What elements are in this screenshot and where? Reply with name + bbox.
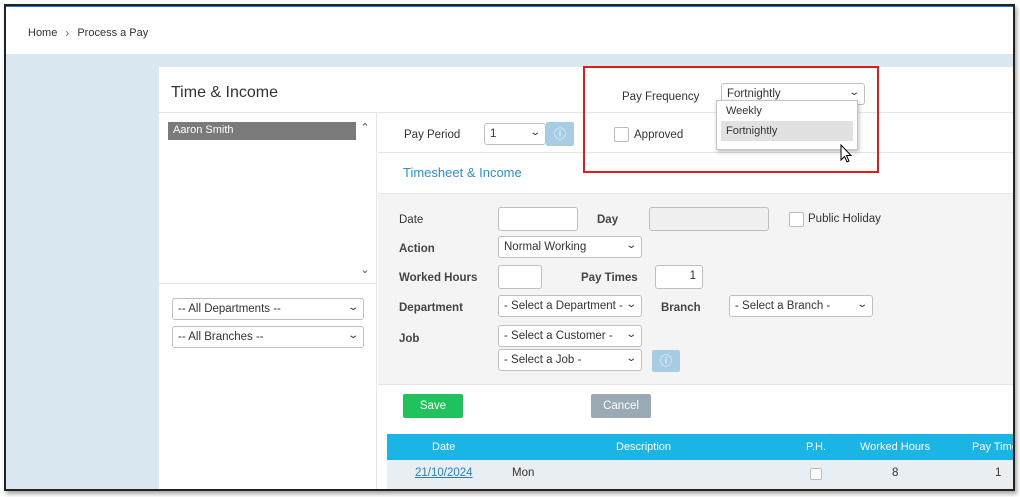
table-header: Date Description P.H. Worked Hours Pay T… [387,434,1015,460]
job-label: Job [399,333,420,345]
chevron-right-icon: › [65,26,70,40]
column-header-date: Date [432,441,456,453]
chevron-down-icon: ⌄ [624,353,637,364]
mouse-cursor-icon [840,144,853,163]
customer-select[interactable]: - Select a Customer - ⌄ [498,325,642,347]
date-input[interactable] [498,207,578,231]
action-label: Action [399,243,435,255]
department-select[interactable]: - Select a Department - ⌄ [498,295,642,317]
departments-filter[interactable]: -- All Departments -- ⌄ [172,298,364,320]
dropdown-option-weekly[interactable]: Weekly [717,101,857,121]
department-value: - Select a Department - [504,300,623,312]
branches-filter-value: -- All Branches -- [178,331,264,343]
action-value: Normal Working [504,241,587,253]
customer-value: - Select a Customer - [504,330,613,342]
row-pay-times: 1 [995,467,1002,479]
branch-select[interactable]: - Select a Branch - ⌄ [729,295,873,317]
day-field [649,207,769,231]
breadcrumb-home[interactable]: Home [28,27,57,39]
row-ph-checkbox[interactable] [810,468,822,480]
info-icon[interactable]: ⓘ [652,350,680,372]
chevron-down-icon: ⌄ [624,240,637,251]
column-header-pay-times: Pay Time [972,441,1015,453]
day-label: Day [597,214,619,226]
column-header-worked-hours: Worked Hours [860,441,931,453]
date-label: Date [399,214,424,226]
scroll-up-icon[interactable]: ⌃ [359,121,371,134]
breadcrumb: Home › Process a Pay [28,26,148,40]
employee-column: Aaron Smith ⌃ ⌄ -- All Departments -- ⌄ … [159,113,377,489]
employee-list[interactable]: Aaron Smith [168,122,356,272]
pay-period-select[interactable]: 1 ⌄ [484,123,546,145]
breadcrumb-current: Process a Pay [77,27,149,39]
page-title: Time & Income [171,84,278,101]
public-holiday-checkbox[interactable] [789,212,804,227]
table-row[interactable]: 21/10/2024 Mon 8 1 [387,460,1013,489]
pay-times-label: Pay Times [581,272,638,284]
divider [159,283,377,284]
chevron-down-icon: ⌄ [346,330,359,341]
pay-frequency-dropdown[interactable]: Weekly Fortnightly [716,100,858,150]
column-header-description: Description [616,441,672,453]
list-item[interactable]: Aaron Smith [168,122,356,140]
row-description: Mon [512,467,535,479]
public-holiday-label: Public Holiday [808,213,881,225]
timesheet-form: Date Day Public Holiday Action Normal Wo… [378,193,1013,385]
pay-times-input[interactable]: 1 [655,265,703,289]
branch-value: - Select a Branch - [735,300,831,312]
pay-period-label: Pay Period [404,129,461,141]
chevron-down-icon: ⌄ [528,127,541,138]
action-select[interactable]: Normal Working ⌄ [498,236,642,258]
worked-hours-label: Worked Hours [399,272,478,284]
row-date-link[interactable]: 21/10/2024 [415,467,473,479]
branches-filter[interactable]: -- All Branches -- ⌄ [172,326,364,348]
pay-period-value: 1 [490,128,497,140]
save-button[interactable]: Save [403,394,463,418]
chevron-down-icon: ⌄ [624,299,637,310]
column-header-ph: P.H. [806,441,826,453]
departments-filter-value: -- All Departments -- [178,303,281,315]
branch-label: Branch [661,302,701,314]
section-title: Timesheet & Income [403,165,522,180]
row-worked-hours: 8 [892,467,899,479]
scroll-down-icon[interactable]: ⌄ [359,263,371,276]
job-select[interactable]: - Select a Job - ⌄ [498,349,642,371]
chevron-down-icon: ⌄ [855,299,868,310]
chevron-down-icon: ⌄ [624,329,637,340]
info-icon[interactable]: ⓘ [546,122,574,146]
top-bar: Home › Process a Pay [6,6,1013,54]
job-value: - Select a Job - [504,354,582,366]
chevron-down-icon: ⌄ [346,302,359,313]
cancel-button[interactable]: Cancel [591,394,651,418]
department-label: Department [399,302,463,314]
worked-hours-input[interactable] [498,265,542,289]
dropdown-option-fortnightly[interactable]: Fortnightly [721,121,853,141]
